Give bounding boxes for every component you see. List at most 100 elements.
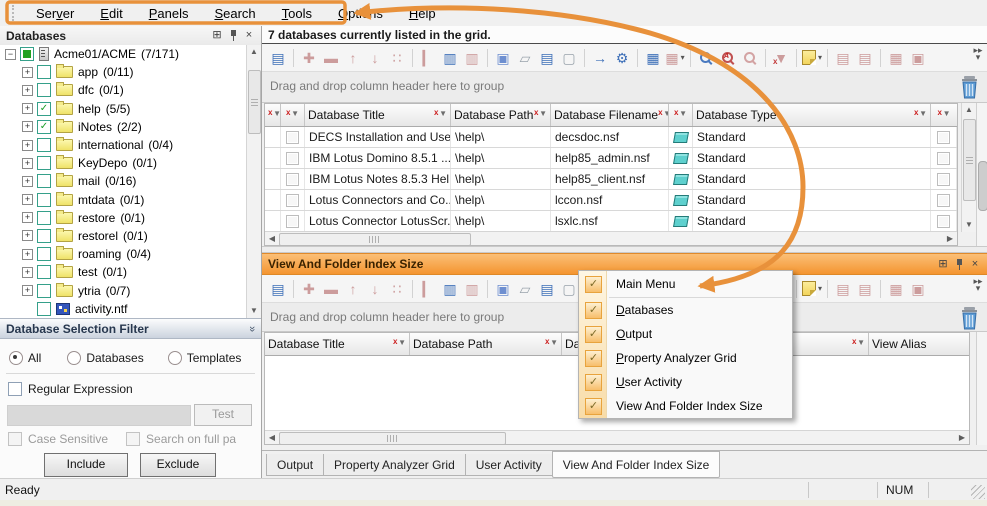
filter-column-header[interactable] xyxy=(265,104,281,126)
close-panel-icon[interactable]: × xyxy=(241,29,257,43)
top-grid-hscrollbar[interactable]: ◀ ▶ xyxy=(265,231,957,245)
select-special-icon[interactable]: ∷ xyxy=(387,279,407,299)
copy-special-icon[interactable]: ▢ xyxy=(559,48,579,68)
add-note-icon[interactable]: ▾ xyxy=(802,279,822,299)
tree-checkbox[interactable] xyxy=(20,47,34,61)
scroll-right-icon[interactable]: ▶ xyxy=(955,431,969,444)
tree-item-mail[interactable]: +mail(0/16) xyxy=(0,172,261,190)
zoom-selection-icon[interactable] xyxy=(696,48,716,68)
search-full-path-checkbox[interactable] xyxy=(126,432,140,446)
row-checkbox[interactable] xyxy=(286,173,299,186)
row-checkbox[interactable] xyxy=(937,194,950,207)
grid-database-icon[interactable]: ▤ xyxy=(268,279,288,299)
column-database-type[interactable]: Database Type xyxy=(693,104,931,126)
tree-item-roaming[interactable]: +roaming(0/4) xyxy=(0,245,261,263)
tab-property-analyzer-grid[interactable]: Property Analyzer Grid xyxy=(323,454,466,476)
send-to-grid-icon[interactable]: ↑ xyxy=(343,279,363,299)
expand-row-height-icon[interactable]: ▤ xyxy=(833,48,853,68)
top-group-by-bar[interactable]: Drag and drop column header here to grou… xyxy=(262,72,987,103)
top-grid-vscrollbar[interactable]: ▲ ▼ xyxy=(961,103,976,232)
toolbar-overflow-icon[interactable]: ▸▸▾ xyxy=(971,47,985,61)
filter-icon[interactable] xyxy=(914,110,927,120)
expander-icon[interactable]: + xyxy=(22,176,33,187)
tree-checkbox[interactable] xyxy=(37,229,51,243)
menu-item-user-activity[interactable]: ✓ User Activity xyxy=(579,370,792,394)
shrink-row-height-icon[interactable]: ▤ xyxy=(855,48,875,68)
expander-icon[interactable]: + xyxy=(22,140,33,151)
expander-icon[interactable]: + xyxy=(22,158,33,169)
filter-icon[interactable] xyxy=(534,110,547,120)
shrink-row-height-icon[interactable]: ▤ xyxy=(855,279,875,299)
scroll-left-icon[interactable]: ◀ xyxy=(265,431,279,444)
checkmark-icon[interactable]: ✓ xyxy=(585,326,602,343)
row-checkbox[interactable] xyxy=(937,131,950,144)
filter-funnel-icon[interactable]: ▼x xyxy=(771,48,791,68)
tree-item-activity-ntf[interactable]: activity.ntf xyxy=(0,300,261,318)
tree-item-dfc[interactable]: +dfc(0/1) xyxy=(0,81,261,99)
remove-from-grid-icon[interactable]: ▬ xyxy=(321,279,341,299)
hscroll-thumb[interactable] xyxy=(279,432,506,445)
tab-view-and-folder-index-size[interactable]: View And Folder Index Size xyxy=(552,451,721,478)
tree-item-app[interactable]: +app(0/11) xyxy=(0,63,261,81)
get-from-grid-icon[interactable]: ↓ xyxy=(365,48,385,68)
collapse-chevron-icon[interactable]: » xyxy=(246,325,258,331)
filter-column-header[interactable] xyxy=(931,104,957,126)
pin-panel-icon[interactable] xyxy=(951,257,967,271)
tree-item-inotes[interactable]: +✓iNotes(2/2) xyxy=(0,118,261,136)
expander-icon[interactable]: + xyxy=(22,285,33,296)
menu-item-databases[interactable]: ✓ Databases xyxy=(579,298,792,322)
row-checkbox[interactable] xyxy=(286,131,299,144)
tree-checkbox[interactable] xyxy=(37,265,51,279)
zoom-text-icon[interactable]: A xyxy=(718,48,738,68)
select-cells-icon[interactable]: ▣ xyxy=(493,279,513,299)
add-note-icon[interactable]: ▾ xyxy=(802,48,822,68)
expander-icon[interactable]: + xyxy=(22,249,33,260)
menu-server[interactable]: Server xyxy=(23,3,87,24)
tree-scroll-thumb[interactable] xyxy=(248,70,261,134)
scroll-up-icon[interactable]: ▲ xyxy=(247,45,261,59)
tree-item-help[interactable]: +✓help(5/5) xyxy=(0,100,261,118)
add-to-grid-icon[interactable]: ✚ xyxy=(299,279,319,299)
run-automation-icon[interactable]: ⚙ xyxy=(612,48,632,68)
grid-views-icon[interactable]: ▦▾ xyxy=(665,48,685,68)
filter-icon[interactable] xyxy=(658,110,669,120)
remove-from-grid-icon[interactable]: ▬ xyxy=(321,48,341,68)
tree-item-mtdata[interactable]: +mtdata(0/1) xyxy=(0,191,261,209)
tree-checkbox[interactable] xyxy=(37,156,51,170)
expander-icon[interactable]: + xyxy=(22,212,33,223)
expander-icon[interactable]: + xyxy=(22,194,33,205)
expander-icon[interactable]: + xyxy=(22,230,33,241)
float-panel-icon[interactable]: ⊞ xyxy=(209,29,225,43)
test-button[interactable]: Test xyxy=(194,404,252,426)
print-grid-icon[interactable]: ▦ xyxy=(886,48,906,68)
tree-item-restorel[interactable]: +restorel(0/1) xyxy=(0,227,261,245)
column-database-title[interactable]: Database Title xyxy=(305,104,451,126)
scroll-right-icon[interactable]: ▶ xyxy=(943,232,957,245)
tree-item-international[interactable]: +international(0/4) xyxy=(0,136,261,154)
freeze-column-icon[interactable]: ▎ xyxy=(418,279,438,299)
tree-item-ytria[interactable]: +ytria(0/7) xyxy=(0,281,261,299)
freeze-column-icon[interactable]: ▎ xyxy=(418,48,438,68)
icon-column-header[interactable] xyxy=(669,104,693,126)
checkbox-column-header[interactable] xyxy=(281,104,305,126)
case-sensitive-checkbox[interactable] xyxy=(8,432,22,446)
tree-item-restore[interactable]: +restore(0/1) xyxy=(0,209,261,227)
tree-scrollbar[interactable]: ▲ ▼ xyxy=(246,45,261,318)
float-panel-icon[interactable]: ⊞ xyxy=(935,257,951,271)
expander-icon[interactable]: + xyxy=(22,103,33,114)
menu-item-view-and-folder-index-size[interactable]: ✓ View And Folder Index Size xyxy=(579,394,792,418)
toolbar-overflow-icon[interactable]: ▸▸▾ xyxy=(971,278,985,292)
row-checkbox[interactable] xyxy=(286,152,299,165)
tree-checkbox[interactable] xyxy=(37,302,51,316)
tree-checkbox[interactable]: ✓ xyxy=(37,120,51,134)
hide-column-icon[interactable]: ▥ xyxy=(462,48,482,68)
radio-all[interactable] xyxy=(9,351,23,365)
pin-panel-icon[interactable] xyxy=(225,29,241,43)
database-row[interactable]: Lotus Connectors and Co...\help\lccon.ns… xyxy=(265,190,957,211)
regex-input[interactable] xyxy=(7,405,191,426)
send-to-grid-icon[interactable]: ↑ xyxy=(343,48,363,68)
zoom-reset-icon[interactable] xyxy=(740,48,760,68)
tree-item-test[interactable]: +test(0/1) xyxy=(0,263,261,281)
menu-help[interactable]: Help xyxy=(396,3,449,24)
grid-properties-icon[interactable]: ▦ xyxy=(643,48,663,68)
